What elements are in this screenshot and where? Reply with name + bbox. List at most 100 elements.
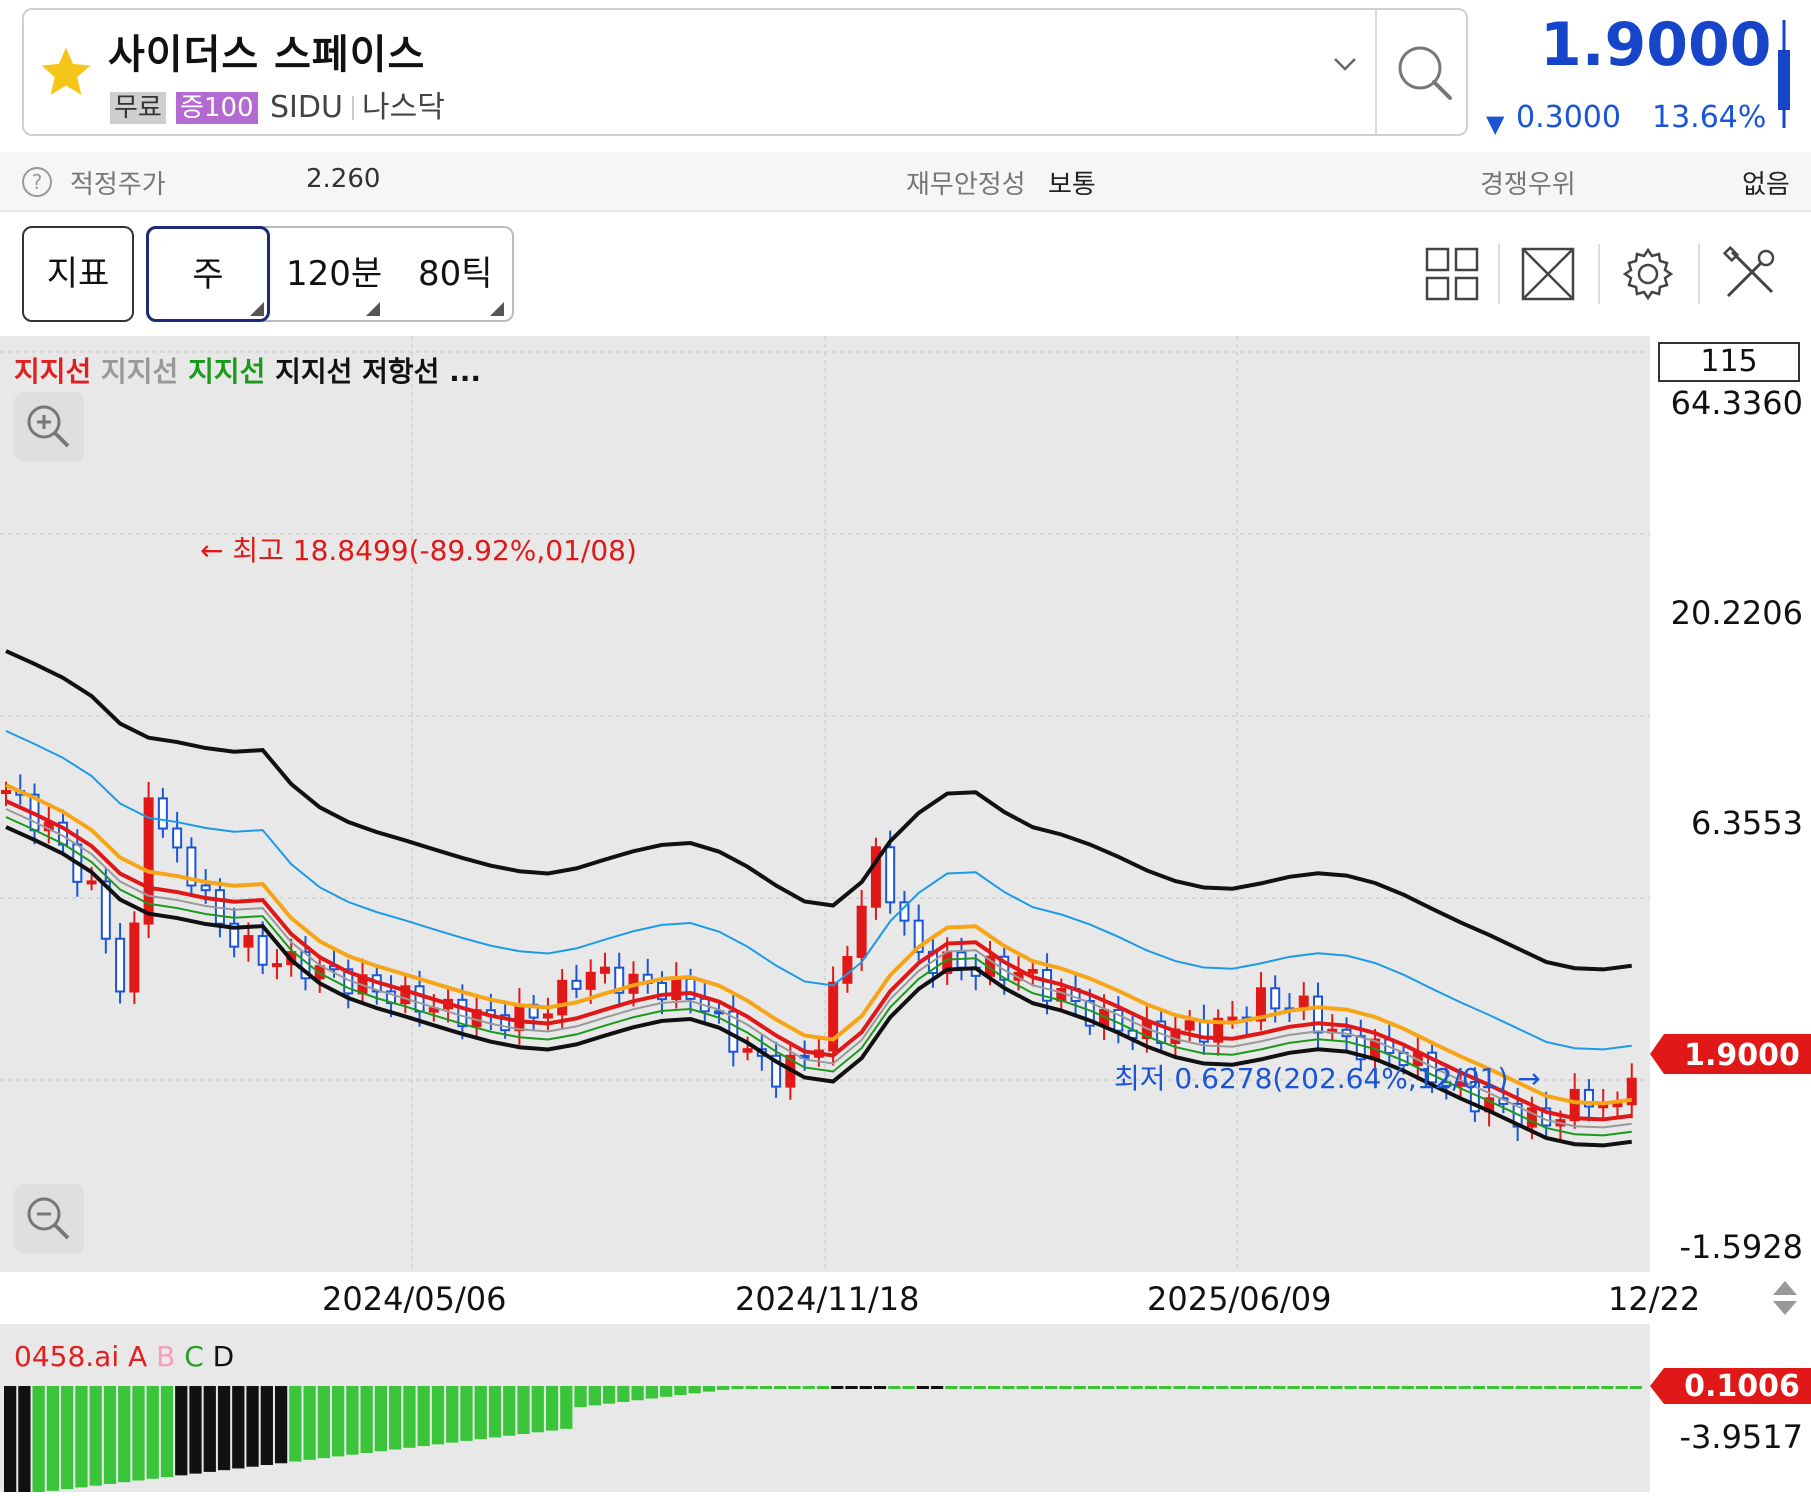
candle-body [129,922,140,993]
help-icon[interactable]: ? [22,167,52,197]
sub-legend-item: A [128,1340,148,1373]
chart-legend[interactable]: 지지선 지지선 지지선 지지선 저항선 ... [14,350,481,390]
histogram-bar [1201,1386,1215,1389]
settings-icon[interactable] [1620,246,1676,302]
histogram-bar [617,1386,630,1402]
zoom-out-icon [27,1197,70,1240]
sub-chart-canvas[interactable] [0,1324,1650,1496]
candle-body [514,1003,525,1032]
histogram-bar [1544,1386,1557,1389]
histogram-bar [816,1386,830,1389]
zoom-out-button[interactable] [14,1184,84,1254]
histogram-bar [1629,1386,1642,1389]
candle-body [571,979,582,990]
histogram-bar [1187,1386,1200,1389]
sub-chart-legend[interactable]: 0458.ai A B C D [14,1340,234,1373]
histogram-bar [389,1386,402,1450]
support-line [5,825,1632,1148]
candle-body [157,797,168,830]
histogram-bar [660,1386,673,1397]
sub-indicator-chart[interactable] [0,1324,1650,1496]
low-annotation: 최저 0.6278(202.64%,12/01) → [1114,1062,1541,1095]
sub-value-tag: 0.1006 -3.9517 [1650,1368,1811,1456]
histogram-bar [973,1386,986,1389]
histogram-bar [1301,1386,1314,1389]
histogram-bar [1572,1386,1585,1389]
fullscreen-icon[interactable] [1520,246,1576,302]
down-arrow-icon: ▼ [1486,110,1505,138]
free-badge: 무료 [110,92,166,124]
sub-min-label: -3.9517 [1679,1418,1803,1456]
divider [352,96,354,120]
histogram-bar [217,1386,231,1471]
histogram-bar [1173,1386,1186,1389]
price-chart-canvas[interactable]: ← 최고 18.8499(-89.92%,01/08) 최저 0.6278(202… [0,336,1650,1272]
tick-button[interactable]: 80틱 [418,226,493,322]
histogram-bar [545,1386,559,1431]
search-icon[interactable] [1390,38,1460,108]
histogram-bar [18,1386,31,1495]
histogram-bar [46,1386,60,1491]
divider [1375,10,1377,134]
candle-count-box[interactable]: 115 [1658,342,1800,382]
histogram-bar [802,1386,815,1389]
candle-body [271,963,282,968]
candle-body [86,880,97,885]
candle-body [885,846,896,904]
indicator-button[interactable]: 지표 [22,226,134,322]
histogram-bar [859,1386,872,1389]
histogram-bar [1059,1386,1072,1389]
scroll-arrows-icon[interactable] [1770,1278,1800,1318]
price-chart[interactable]: ← 최고 18.8499(-89.92%,01/08) 최저 0.6278(202… [0,336,1650,1272]
candle-body [557,979,568,1016]
chevron-down-icon[interactable] [1325,44,1365,84]
price-axis[interactable]: 64.3360 20.2206 6.3553 -1.5928 [1650,336,1811,1272]
competitive-value: 없음 [1742,170,1790,200]
histogram-bar [1258,1386,1272,1389]
histogram-bar [317,1386,330,1459]
histogram-bar [1344,1386,1357,1389]
histogram-bar [1615,1386,1628,1389]
histogram-bar [560,1386,573,1429]
histogram-bar [1586,1386,1600,1389]
histogram-bar [446,1386,459,1443]
zoom-in-icon [27,405,70,448]
histogram-bar [1415,1386,1429,1389]
histogram-bar [1558,1386,1571,1389]
y-tick-label: 20.2206 [1670,594,1803,632]
stability-value: 보통 [1048,170,1096,200]
grid-layout-icon[interactable] [1424,246,1480,302]
competitive-label: 경쟁우위 [1480,170,1576,200]
histogram-bar [360,1386,373,1453]
histogram-bar [303,1386,316,1460]
histogram-bar [717,1386,730,1390]
histogram-bar [1116,1386,1129,1389]
histogram-bar [631,1386,644,1401]
margin-badge: 증100 [176,92,258,124]
histogram-bar [503,1386,516,1436]
histogram-bar [1358,1386,1372,1389]
histogram-bar [103,1386,117,1484]
current-price: 1.9000 [1540,10,1772,80]
histogram-bar [175,1386,188,1476]
histogram-bar [474,1386,487,1440]
histogram-bar [1487,1386,1500,1389]
histogram-bar [645,1386,658,1399]
histogram-bar [1330,1386,1343,1389]
histogram-bar [1102,1386,1115,1389]
tools-icon[interactable] [1722,246,1778,302]
zoom-in-button[interactable] [14,392,84,462]
corner-triangle-icon [250,302,264,316]
histogram-bar [1144,1386,1158,1389]
favorite-star-icon[interactable] [36,44,96,100]
histogram-bar [1458,1386,1471,1389]
histogram-bar [873,1386,887,1389]
histogram-bar [988,1386,1001,1389]
histogram-bar [332,1386,345,1457]
stock-name: 사이더스 스페이스 [108,32,426,78]
histogram-bar [759,1386,773,1389]
histogram-bar [1472,1386,1486,1389]
y-tick-label: 6.3553 [1691,804,1803,842]
histogram-bar [531,1386,544,1433]
histogram-bar [417,1386,430,1447]
